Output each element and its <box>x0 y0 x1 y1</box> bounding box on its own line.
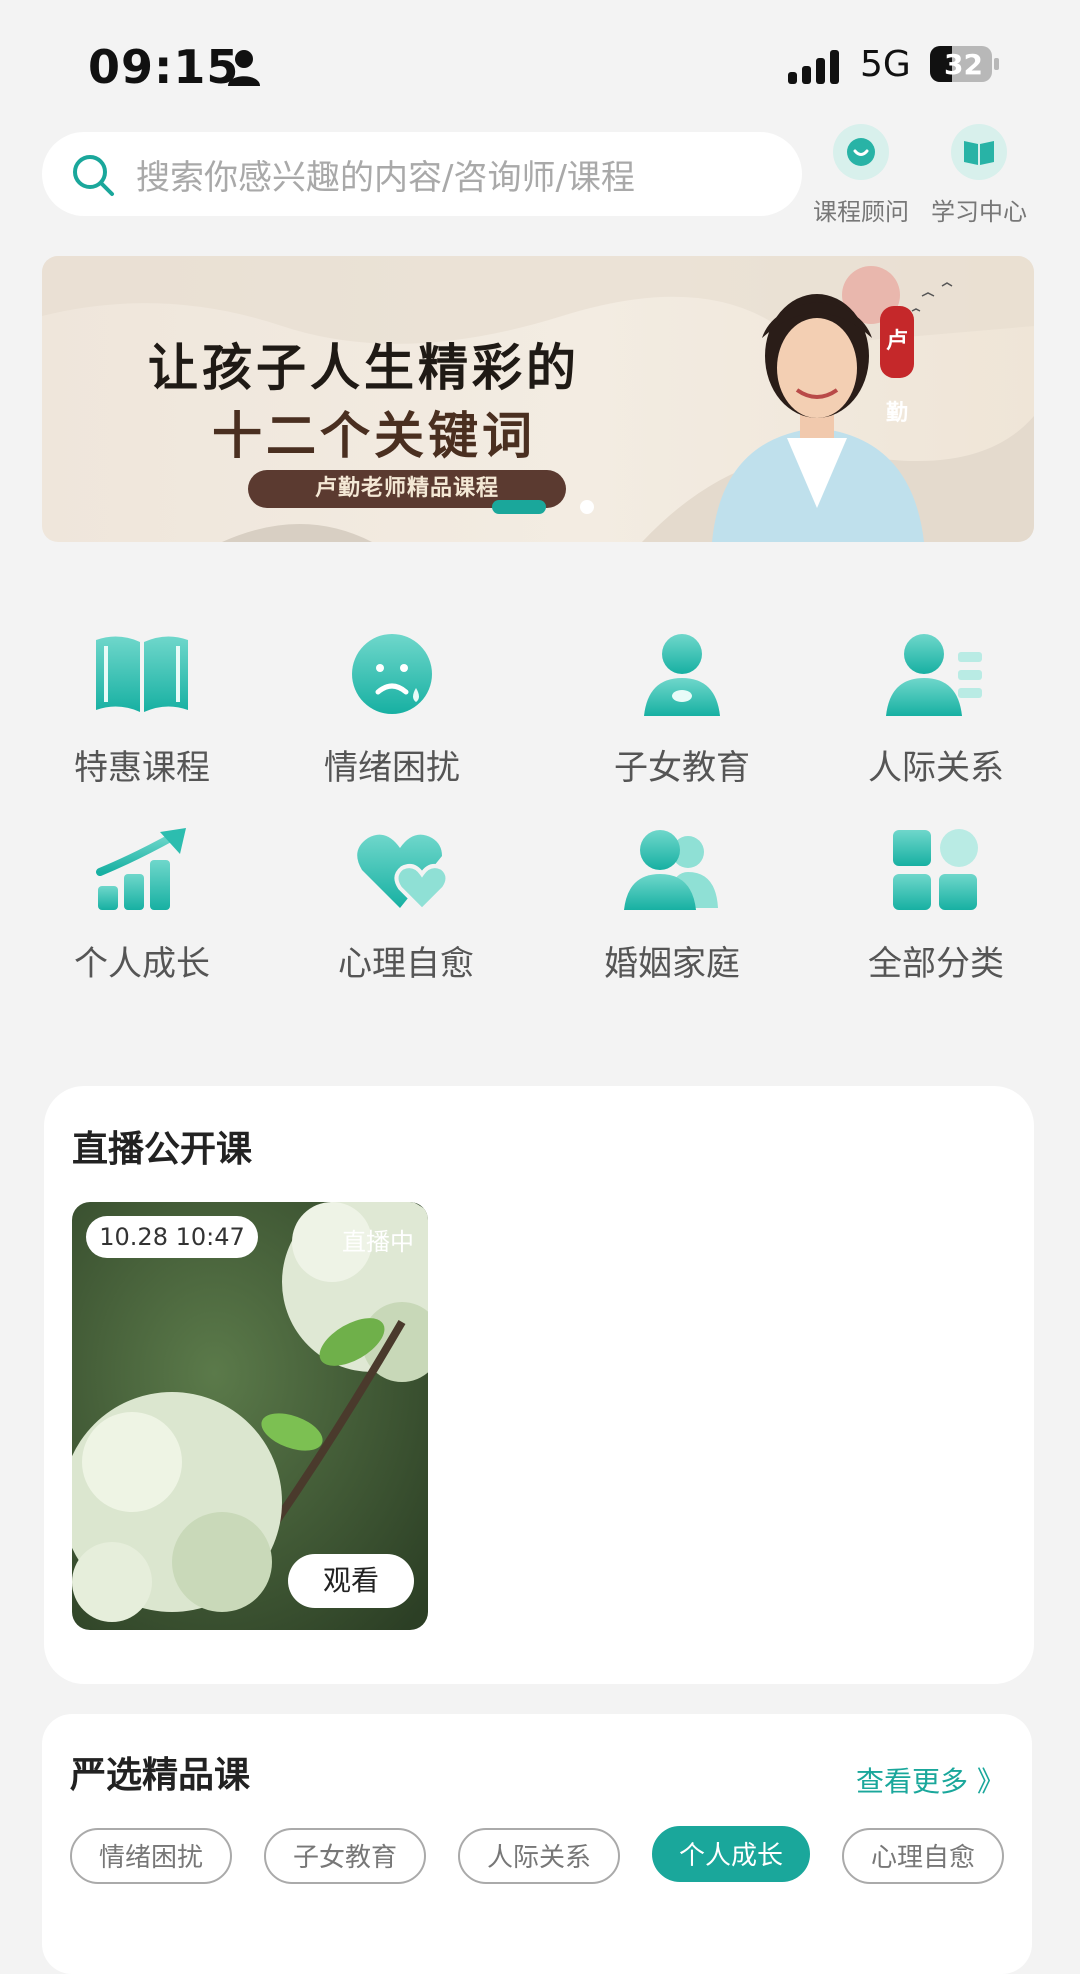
live-section-title: 直播公开课 <box>72 1129 253 1170</box>
hearts-icon <box>351 822 461 918</box>
open-book-icon <box>87 626 197 722</box>
promo-banner[interactable]: 卢勤 让孩子人生精彩的 十二个关键词 卢勤老师精品课程 <box>42 256 1034 542</box>
carousel-dot[interactable] <box>580 500 594 514</box>
search-input[interactable]: 搜索你感兴趣的内容/咨询师/课程 <box>136 150 635 199</box>
network-type: 5G <box>860 44 911 85</box>
category-child-education[interactable]: 子女教育 <box>582 626 782 789</box>
course-advisor-label: 课程顾问 <box>813 198 909 226</box>
growth-chart-icon <box>87 822 197 918</box>
grid-icon <box>881 822 991 918</box>
search-icon <box>73 155 114 196</box>
learning-center-label: 学习中心 <box>931 198 1027 226</box>
status-time: 09:15 <box>88 40 240 94</box>
person-status-icon <box>228 50 260 86</box>
tag-child-education[interactable]: 子女教育 <box>264 1828 426 1884</box>
live-status-label: 直播中 <box>342 1228 414 1256</box>
category-relationships[interactable]: 人际关系 <box>836 626 1036 789</box>
category-label: 婚姻家庭 <box>604 944 740 984</box>
category-label: 全部分类 <box>868 944 1004 984</box>
premium-section-title: 严选精品课 <box>70 1755 251 1796</box>
banner-title-line1: 让孩子人生精彩的 <box>148 338 580 397</box>
book-icon <box>951 124 1007 180</box>
category-all[interactable]: 全部分类 <box>836 822 1036 985</box>
category-discount-courses[interactable]: 特惠课程 <box>42 626 242 789</box>
tag-relationships[interactable]: 人际关系 <box>458 1828 620 1884</box>
category-label: 心理自愈 <box>338 944 474 984</box>
category-emotional-distress[interactable]: 情绪困扰 <box>292 626 492 789</box>
category-label: 特惠课程 <box>74 748 210 788</box>
live-start-time: 10.28 10:47 <box>86 1216 258 1258</box>
category-personal-growth[interactable]: 个人成长 <box>42 822 242 985</box>
couple-icon <box>617 822 727 918</box>
sad-face-icon <box>337 626 447 722</box>
tag-personal-growth[interactable]: 个人成长 <box>652 1826 810 1882</box>
tag-emotional-distress[interactable]: 情绪困扰 <box>70 1828 232 1884</box>
battery-icon: 32 <box>930 46 1000 86</box>
view-more-link[interactable]: 查看更多 》 <box>856 1760 1005 1800</box>
carousel-dot-active[interactable] <box>492 500 546 514</box>
battery-level: 32 <box>944 48 983 81</box>
banner-title-line2: 十二个关键词 <box>212 406 536 465</box>
category-label: 人际关系 <box>868 748 1004 788</box>
live-course-card[interactable]: 10.28 10:47 直播中 观看 <box>72 1202 428 1630</box>
signal-icon <box>788 50 839 84</box>
watch-button[interactable]: 观看 <box>288 1554 414 1608</box>
category-label: 情绪困扰 <box>324 748 460 788</box>
chat-bubble-icon <box>833 124 889 180</box>
category-label: 个人成长 <box>74 944 210 984</box>
person-icon <box>627 626 737 722</box>
course-advisor-button[interactable]: 课程顾问 <box>806 124 916 227</box>
tag-self-healing[interactable]: 心理自愈 <box>842 1828 1004 1884</box>
category-label: 子女教育 <box>614 748 750 788</box>
category-marriage-family[interactable]: 婚姻家庭 <box>572 822 772 985</box>
person-list-icon <box>881 626 991 722</box>
learning-center-button[interactable]: 学习中心 <box>924 124 1034 227</box>
banner-seal: 卢勤 <box>880 306 914 426</box>
category-self-healing[interactable]: 心理自愈 <box>306 822 506 985</box>
